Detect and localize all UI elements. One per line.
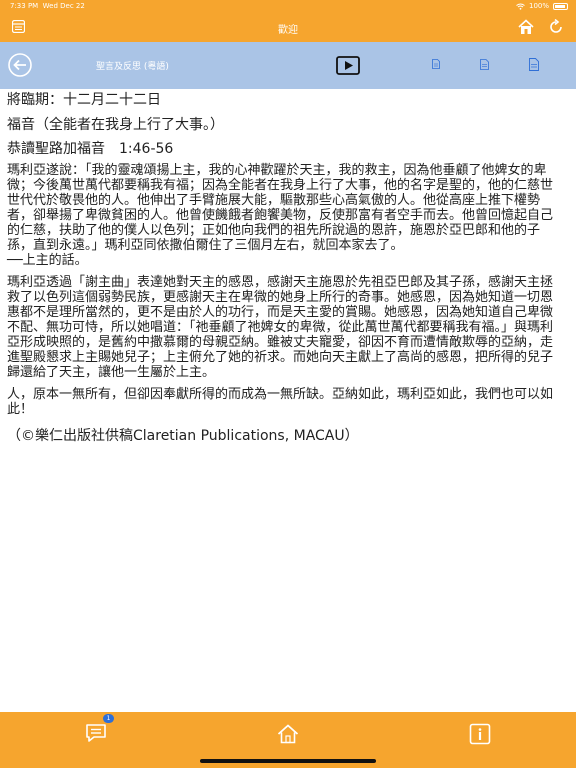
status-right: 100% [516, 2, 568, 10]
reflection-conclusion: 人，原本一無所有，但卻因奉獻所得的而成為一無所缺。亞納如此，瑪利亞如此，我們也可… [7, 387, 554, 417]
home-tab-icon[interactable] [277, 723, 299, 745]
back-arrow-icon[interactable] [8, 53, 32, 77]
info-icon[interactable] [469, 723, 491, 745]
wifi-icon [516, 3, 525, 10]
document-medium-icon[interactable] [480, 59, 489, 70]
gospel-closing: ──上主的話。 [7, 253, 88, 268]
status-bar: 7:33 PM Wed Dec 22 100% [0, 0, 576, 14]
document-small-icon[interactable] [432, 59, 440, 69]
document-large-icon[interactable] [529, 58, 539, 71]
toolbar: 聖言及反思 (粵語) [0, 42, 576, 89]
home-icon[interactable] [518, 19, 534, 35]
gospel-heading: 福音（全能者在我身上行了大事。） [7, 117, 224, 133]
reading-content: 將臨期：十二月二十二日 福音（全能者在我身上行了大事。） 恭讀聖路加福音 1:4… [7, 91, 565, 444]
message-badge: 1 [103, 714, 114, 723]
toolbar-title: 聖言及反思 (粵語) [96, 62, 169, 72]
reflection-text: 瑪利亞透過「謝主曲」表達她對天主的感恩，感謝天主施恩於先祖亞巴郎及其子孫，感謝天… [7, 275, 554, 380]
refresh-icon[interactable] [548, 19, 564, 35]
battery-icon [553, 2, 568, 10]
reading-reference: 恭讀聖路加福音 1:46-56 [7, 141, 174, 157]
play-icon[interactable] [336, 56, 360, 75]
title-bar: 歡迎 [0, 14, 576, 42]
home-indicator [200, 759, 376, 763]
message-icon[interactable] [85, 722, 107, 744]
gospel-text: 瑪利亞遂說：「我的靈魂頌揚上主，我的心神歡躍於天主，我的救主，因為他垂顧了他婢女… [7, 163, 554, 253]
status-time: 7:33 PM Wed Dec 22 [10, 2, 85, 10]
copyright-notice: （©樂仁出版社供稿Claretian Publications, MACAU） [7, 428, 359, 444]
liturgical-date: 將臨期：十二月二十二日 [7, 92, 161, 108]
page-title: 歡迎 [278, 25, 298, 36]
battery-percent: 100% [528, 2, 549, 10]
